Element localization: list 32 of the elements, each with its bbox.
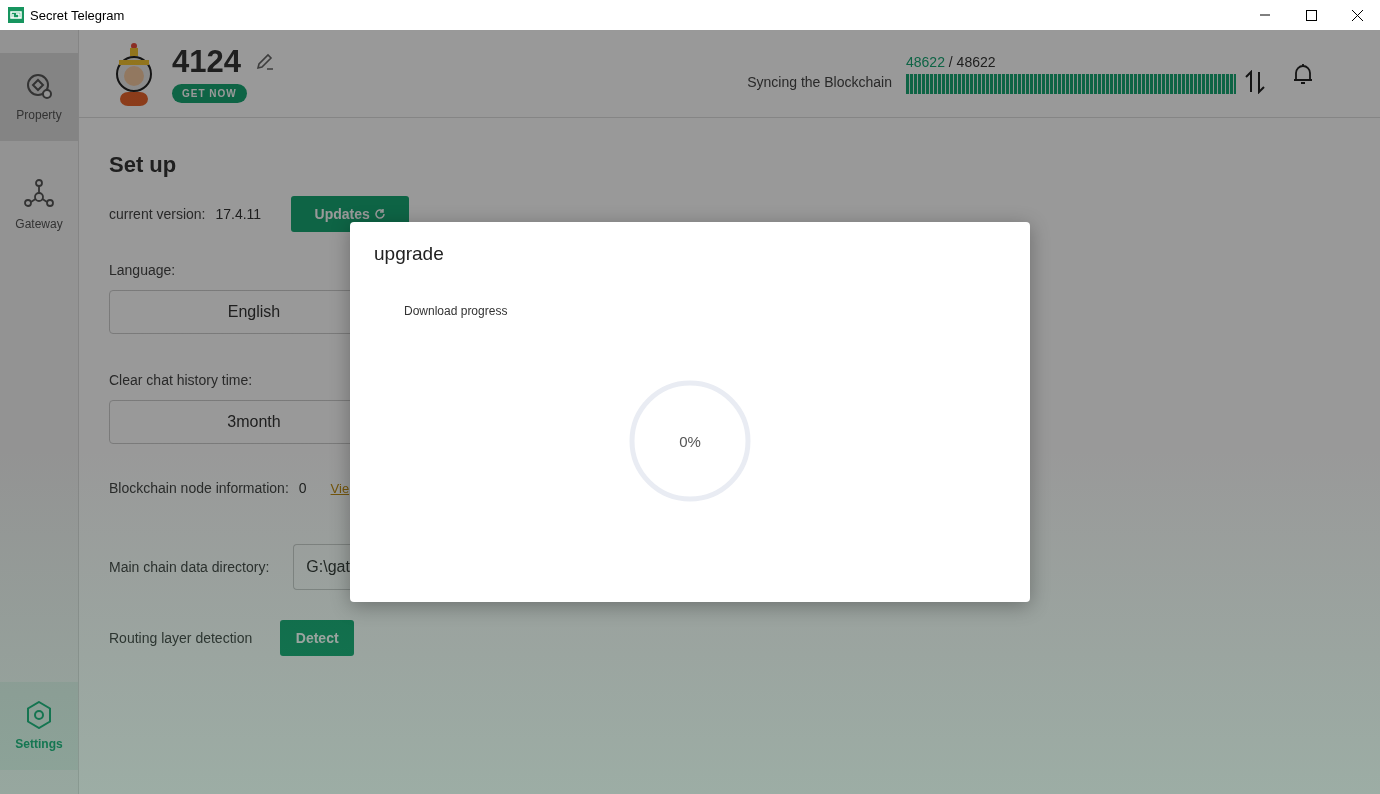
network-icon <box>24 179 54 209</box>
refresh-icon <box>373 208 386 220</box>
maximize-icon[interactable] <box>1305 9 1317 21</box>
coin-icon <box>25 72 53 100</box>
setting-label: Main chain data directory: <box>109 559 270 575</box>
setting-label: Clear chat history time: <box>109 372 253 388</box>
sidebar-item[interactable]: Property <box>0 53 78 141</box>
page-title: Set up <box>109 152 178 178</box>
setting-label: Routing layer detection <box>109 630 253 646</box>
account-name: 4124 <box>172 44 241 80</box>
settings-icon <box>26 701 52 729</box>
edit-icon[interactable] <box>254 52 275 72</box>
app-logo-icon <box>8 7 24 23</box>
close-icon[interactable] <box>1351 9 1363 21</box>
bell-icon[interactable] <box>1292 61 1314 86</box>
node-count: 0 <box>298 480 307 496</box>
detect-button[interactable]: Detect <box>280 620 355 656</box>
progress-percent: 0% <box>679 432 701 450</box>
setting-label: Blockchain node information: <box>109 480 289 496</box>
sidebar-item[interactable]: Gateway <box>0 161 78 249</box>
window-title: Secret Telegram <box>30 7 125 23</box>
dialog-title: upgrade <box>374 243 444 265</box>
sync-count: 48622 / 48622 <box>906 53 997 70</box>
get-now-button[interactable]: GET NOW <box>172 84 247 103</box>
view-link[interactable]: Vie <box>330 480 350 496</box>
sidebar-item[interactable]: Settings <box>0 682 78 770</box>
sync-label: Syncing the Blockchain <box>747 73 892 90</box>
setting-label: Language: <box>109 262 176 278</box>
version-number: 17.4.11 <box>215 206 262 222</box>
progress-caption: Download progress <box>404 304 508 318</box>
setting-label: current version: <box>109 206 206 222</box>
transfer-icon[interactable] <box>1244 69 1266 94</box>
